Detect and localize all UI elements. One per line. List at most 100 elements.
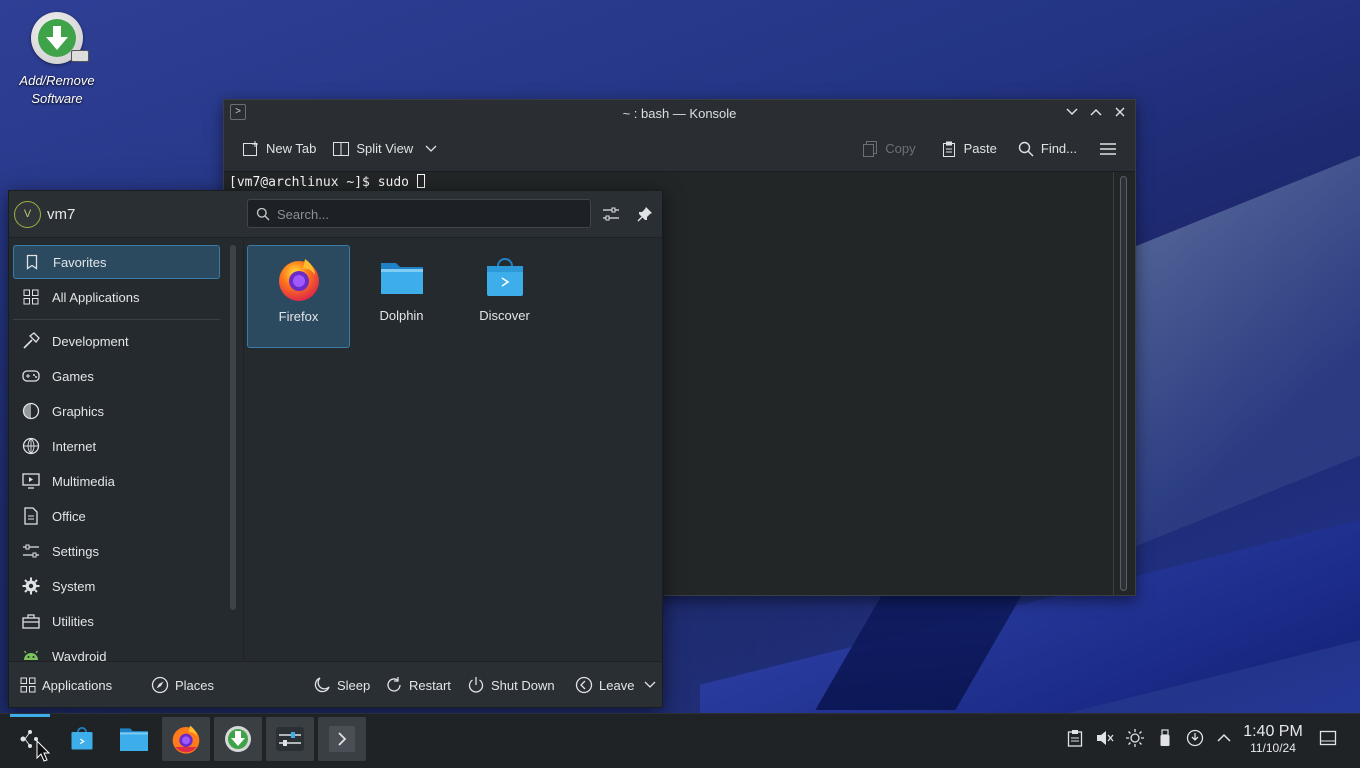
desktop-icon-add-remove-software[interactable]: Add/Remove Software	[12, 12, 102, 108]
terminal-cursor	[416, 174, 425, 188]
category-label: Internet	[52, 438, 97, 454]
category-waydroid[interactable]: Waydroid	[13, 639, 220, 663]
terminal-icon	[329, 726, 355, 752]
search-icon	[256, 207, 270, 221]
new-tab-button[interactable]: New Tab	[234, 136, 324, 162]
sleep-button[interactable]: Sleep	[313, 662, 370, 708]
user-name: vm7	[47, 206, 76, 223]
leave-icon	[575, 676, 593, 694]
window-titlebar[interactable]: > ~ : bash — Konsole	[224, 100, 1135, 126]
application-launcher: V vm7 Search... Favorites All Applicatio…	[8, 190, 663, 708]
split-view-button[interactable]: Split View	[324, 136, 445, 162]
sleep-icon	[314, 677, 330, 693]
leave-button[interactable]: Leave	[575, 662, 656, 708]
discover-icon	[486, 258, 523, 296]
restart-label: Restart	[409, 677, 451, 693]
toolbox-icon	[22, 612, 40, 630]
category-multimedia[interactable]: Multimedia	[13, 464, 220, 498]
discover-icon	[71, 727, 93, 750]
category-utilities[interactable]: Utilities	[13, 604, 220, 638]
configure-icon[interactable]	[601, 204, 621, 224]
avatar[interactable]: V	[14, 201, 41, 228]
find-button[interactable]: Find...	[1009, 136, 1085, 162]
category-label: Office	[52, 508, 86, 524]
clipboard-icon[interactable]	[1064, 727, 1086, 749]
sliders-icon	[276, 727, 304, 751]
category-development[interactable]: Development	[13, 324, 220, 358]
maximize-icon[interactable]	[1087, 103, 1105, 121]
graphics-icon	[22, 402, 40, 420]
category-label: Favorites	[53, 254, 107, 270]
taskbar-add-remove-software[interactable]	[214, 717, 262, 761]
app-firefox[interactable]: Firefox	[247, 245, 350, 348]
chevron-down-icon	[425, 145, 437, 152]
launcher-footer: Applications Places Sleep Restart Shut D…	[9, 661, 662, 707]
category-list: Favorites All Applications Development G…	[9, 239, 231, 663]
places-tab[interactable]: Places	[151, 662, 214, 708]
app-label: Discover	[479, 308, 530, 323]
app-dolphin[interactable]: Dolphin	[350, 245, 453, 348]
paste-label: Paste	[963, 141, 997, 156]
applications-tab[interactable]: Applications	[20, 662, 112, 708]
terminal-prompt: [vm7@archlinux ~]$ sudo	[229, 175, 417, 190]
firefox-icon	[278, 259, 319, 301]
category-label: Settings	[52, 543, 99, 559]
bookmark-icon	[23, 253, 41, 271]
applications-tab-label: Applications	[42, 677, 113, 693]
category-graphics[interactable]: Graphics	[13, 394, 220, 428]
mouse-pointer-icon	[36, 740, 50, 762]
taskbar: 1:40 PM 11/10/24	[0, 713, 1360, 768]
paste-button[interactable]: Paste	[932, 136, 1005, 162]
copy-icon	[863, 140, 878, 157]
category-games[interactable]: Games	[13, 359, 220, 393]
category-all-applications[interactable]: All Applications	[13, 280, 220, 314]
search-placeholder: Search...	[277, 207, 330, 222]
split-view-icon	[333, 141, 350, 156]
pin-icon[interactable]	[635, 204, 655, 224]
grid-icon	[20, 677, 36, 693]
close-icon[interactable]	[1111, 103, 1129, 121]
shutdown-button[interactable]: Shut Down	[467, 662, 555, 708]
chevron-down-icon	[644, 681, 656, 688]
category-system[interactable]: System	[13, 569, 220, 603]
search-input[interactable]: Search...	[247, 199, 591, 228]
terminal-scrollbar[interactable]	[1113, 172, 1135, 595]
sliders-icon	[22, 542, 40, 560]
volume-muted-icon[interactable]	[1094, 727, 1116, 749]
digital-clock[interactable]: 1:40 PM 11/10/24	[1240, 723, 1306, 756]
category-favorites[interactable]: Favorites	[13, 245, 220, 279]
category-label: Multimedia	[52, 473, 115, 489]
category-label: Graphics	[52, 403, 105, 419]
document-icon	[22, 507, 40, 525]
desktop-icon-label: Add/Remove Software	[19, 73, 95, 106]
copy-label: Copy	[885, 141, 916, 156]
category-scrollbar[interactable]	[230, 245, 236, 610]
taskbar-discover[interactable]	[58, 717, 106, 761]
software-install-icon	[31, 12, 89, 64]
usb-device-icon[interactable]	[1154, 727, 1176, 749]
search-icon	[1018, 141, 1034, 156]
taskbar-system-settings[interactable]	[266, 717, 314, 761]
brightness-icon[interactable]	[1124, 727, 1146, 749]
category-office[interactable]: Office	[13, 499, 220, 533]
hamburger-menu-button[interactable]	[1091, 136, 1125, 162]
app-discover[interactable]: Discover	[453, 245, 556, 348]
taskbar-firefox[interactable]	[162, 717, 210, 761]
restart-button[interactable]: Restart	[385, 662, 451, 708]
places-tab-label: Places	[175, 677, 215, 693]
category-label: Games	[52, 368, 94, 384]
konsole-app-icon[interactable]: >	[230, 104, 246, 120]
copy-button[interactable]: Copy	[853, 136, 923, 162]
update-icon[interactable]	[1184, 727, 1206, 749]
category-label: System	[52, 578, 96, 594]
category-internet[interactable]: Internet	[13, 429, 220, 463]
taskbar-dolphin[interactable]	[110, 717, 158, 761]
taskbar-konsole[interactable]	[318, 717, 366, 761]
show-desktop-icon[interactable]	[1317, 727, 1339, 749]
category-settings[interactable]: Settings	[13, 534, 220, 568]
minimize-icon[interactable]	[1063, 103, 1081, 121]
clock-time: 1:40 PM	[1243, 723, 1303, 740]
chevron-up-icon[interactable]	[1213, 727, 1235, 749]
new-tab-icon	[243, 140, 258, 156]
scrollbar-thumb[interactable]	[1120, 176, 1127, 591]
